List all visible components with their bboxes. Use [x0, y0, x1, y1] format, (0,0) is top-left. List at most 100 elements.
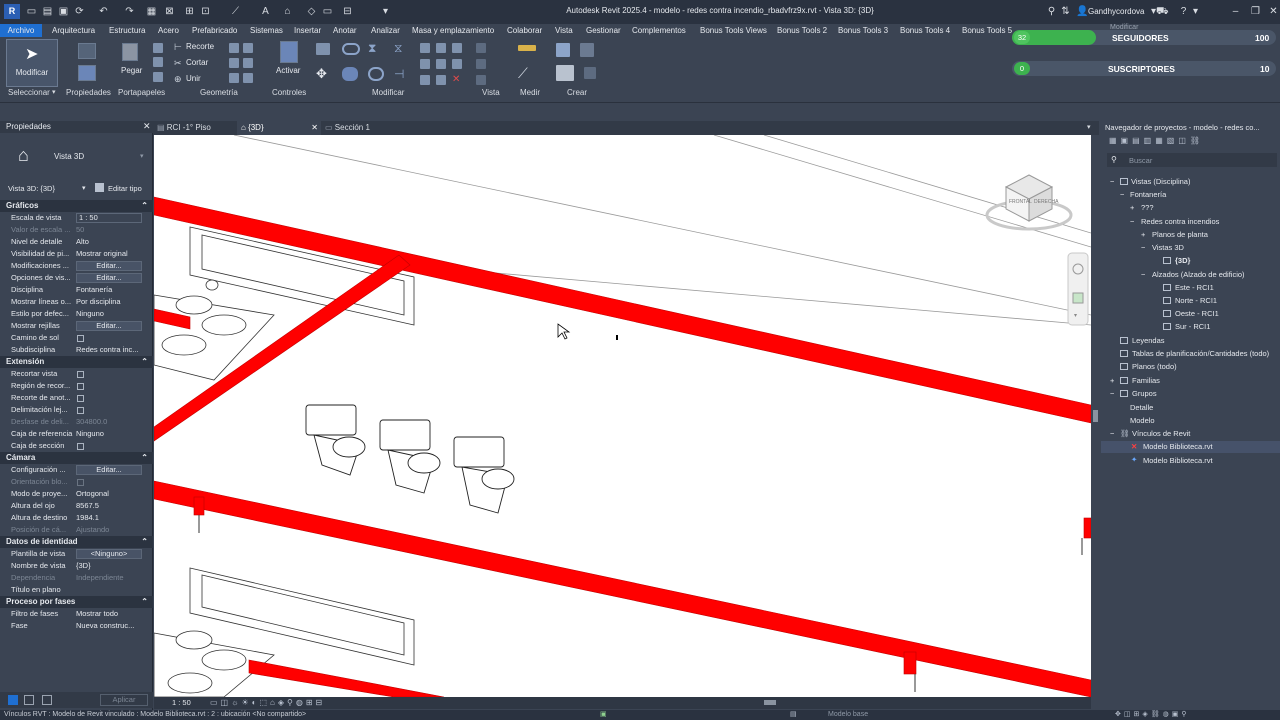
close-tab-icon[interactable]: ✕ [311, 121, 318, 135]
viewcube-right-label[interactable]: DERECHA [1034, 199, 1059, 205]
collapse-icon[interactable]: ⌃ [141, 200, 148, 212]
viewport-3d[interactable]: FRONTAL DERECHA ▾ [154, 135, 1091, 697]
checkbox[interactable] [77, 395, 84, 402]
hide-icon[interactable] [476, 43, 486, 53]
checkbox[interactable] [77, 383, 84, 390]
viewcube[interactable]: FRONTAL DERECHA [985, 174, 1073, 231]
expand-icon[interactable]: − [1130, 217, 1134, 226]
section-graficos[interactable]: Gráficos ⌃ [0, 200, 153, 212]
view-scale[interactable]: 1 : 50 [172, 698, 191, 707]
template-button[interactable]: <Ninguno> [76, 549, 142, 559]
search-icon[interactable]: ⚲ [1046, 5, 1057, 18]
dimension-icon[interactable]: ⊞ [184, 5, 195, 18]
maximize-icon[interactable]: ❐ [1250, 5, 1261, 18]
menu-bonus-views[interactable]: Bonus Tools Views [700, 24, 767, 37]
text-icon[interactable]: A [260, 5, 271, 18]
menu-bonus-4[interactable]: Bonus Tools 4 [900, 24, 950, 37]
category-sort-icon[interactable] [8, 695, 18, 705]
expand-icon[interactable]: + [1110, 376, 1114, 385]
open-icon[interactable]: ▭ [26, 5, 37, 18]
communication-icon[interactable]: ⇅ [1060, 5, 1071, 18]
unpin-icon[interactable] [452, 59, 462, 69]
cut-icon[interactable] [153, 43, 163, 53]
menu-estructura[interactable]: Estructura [109, 24, 145, 37]
prop-estilo[interactable]: Estilo por defec... Ninguno [0, 308, 153, 320]
create-assembly-icon[interactable] [580, 43, 594, 57]
edit-type-icon[interactable] [95, 183, 104, 192]
paste-icon[interactable] [122, 43, 138, 61]
array-icon[interactable] [420, 59, 430, 69]
expand-icon[interactable]: − [1110, 389, 1114, 398]
tree-sur[interactable]: Sur - RCI1 [1175, 322, 1210, 331]
vertical-scrollbar[interactable] [1091, 135, 1100, 697]
help-dropdown-icon[interactable]: ▾ [1190, 5, 1201, 18]
menu-bonus-2[interactable]: Bonus Tools 2 [777, 24, 827, 37]
tree-leyendas[interactable]: Leyendas [1132, 336, 1165, 345]
cope-icon[interactable]: ⊢ [174, 42, 184, 52]
home-3d-icon[interactable]: ⌂ [282, 5, 293, 18]
undo-icon[interactable]: ↶ [98, 5, 109, 18]
align-icon[interactable]: ⟋ [230, 5, 241, 18]
tree-norte[interactable]: Norte - RCI1 [1175, 296, 1217, 305]
design-options-icon[interactable]: ▤ [790, 710, 797, 720]
dimension-tool-icon[interactable]: ⟋ [518, 65, 534, 81]
recorte-label[interactable]: Recorte [186, 42, 214, 51]
expand-icon[interactable]: − [1141, 270, 1145, 279]
tree-link-1[interactable]: Modelo Biblioteca.rvt [1143, 442, 1213, 451]
redo-icon[interactable]: ↷ [124, 5, 135, 18]
expand-icon[interactable]: − [1120, 190, 1124, 199]
cut-geometry-icon[interactable]: ✂ [174, 58, 184, 68]
section-identidad[interactable]: Datos de identidad ⌃ [0, 536, 153, 548]
prop-opciones[interactable]: Opciones de vis... Editar... [0, 272, 153, 284]
tree-fontaneria[interactable]: Fontanería [1130, 190, 1166, 199]
prop-region[interactable]: Región de recor... [0, 380, 153, 392]
prop-value[interactable]: Mostrar todo [76, 608, 148, 620]
expand-icon[interactable]: − [1110, 177, 1114, 186]
activate-controls-icon[interactable] [280, 41, 298, 63]
trim-multiple-icon[interactable] [420, 75, 430, 85]
seleccionar-dropdown-icon[interactable]: ▾ [52, 88, 56, 96]
prop-value[interactable]: Fontanería [76, 284, 148, 296]
menu-archivo[interactable]: Archivo [0, 24, 42, 37]
prop-configuracion[interactable]: Configuración ... Editar... [0, 464, 153, 476]
menu-colaborar[interactable]: Colaborar [507, 24, 542, 37]
section-camara[interactable]: Cámara ⌃ [0, 452, 153, 464]
prop-recorte-anot[interactable]: Recorte de anot... [0, 392, 153, 404]
measure-tool-icon[interactable] [518, 45, 536, 51]
group-seleccionar[interactable]: Seleccionar [8, 88, 50, 97]
pin-icon[interactable] [452, 43, 462, 53]
menu-sistemas[interactable]: Sistemas [250, 24, 283, 37]
prop-rejillas[interactable]: Mostrar rejillas Editar... [0, 320, 153, 332]
user-name[interactable]: Gandhycordova [1088, 7, 1144, 16]
type-name[interactable]: Vista 3D [54, 152, 84, 161]
sync-icon[interactable]: ⟳ [74, 5, 85, 18]
extend-icon[interactable] [436, 75, 446, 85]
print-icon[interactable]: ▦ [146, 5, 157, 18]
tree-vistas-3d[interactable]: Vistas 3D [1152, 243, 1184, 252]
navigation-bar[interactable]: ▾ [1067, 252, 1089, 326]
mirror-pick-icon[interactable]: ⧗ [368, 41, 382, 55]
tree-qqq[interactable]: ??? [1141, 203, 1154, 212]
paste-label[interactable]: Pegar [121, 66, 142, 75]
prop-value[interactable]: Ninguno [76, 308, 148, 320]
browser-search[interactable]: ⚲ Buscar [1107, 153, 1277, 167]
prop-nombre[interactable]: Nombre de vista {3D} [0, 560, 153, 572]
prop-value[interactable]: Alto [76, 236, 148, 248]
delete-icon[interactable]: ✕ [452, 75, 462, 85]
tree-detalle[interactable]: Detalle [1130, 403, 1153, 412]
prop-value[interactable]: Ninguno [76, 428, 148, 440]
align-tool-icon[interactable] [316, 43, 330, 55]
offset-icon[interactable] [342, 43, 360, 55]
paint-icon[interactable] [229, 58, 239, 68]
modify-tool[interactable]: ➤ Modificar [6, 39, 58, 87]
copy-icon[interactable] [153, 57, 163, 67]
activar-label[interactable]: Activar [276, 66, 300, 75]
section-fases[interactable]: Proceso por fases ⌃ [0, 596, 153, 608]
menu-anotar[interactable]: Anotar [333, 24, 357, 37]
prop-camino-sol[interactable]: Camino de sol [0, 332, 153, 344]
prop-disciplina[interactable]: Disciplina Fontanería [0, 284, 153, 296]
menu-arquitectura[interactable]: Arquitectura [52, 24, 95, 37]
minimize-icon[interactable]: – [1230, 5, 1241, 18]
filter-icon[interactable] [42, 695, 52, 705]
scale-icon[interactable] [436, 59, 446, 69]
